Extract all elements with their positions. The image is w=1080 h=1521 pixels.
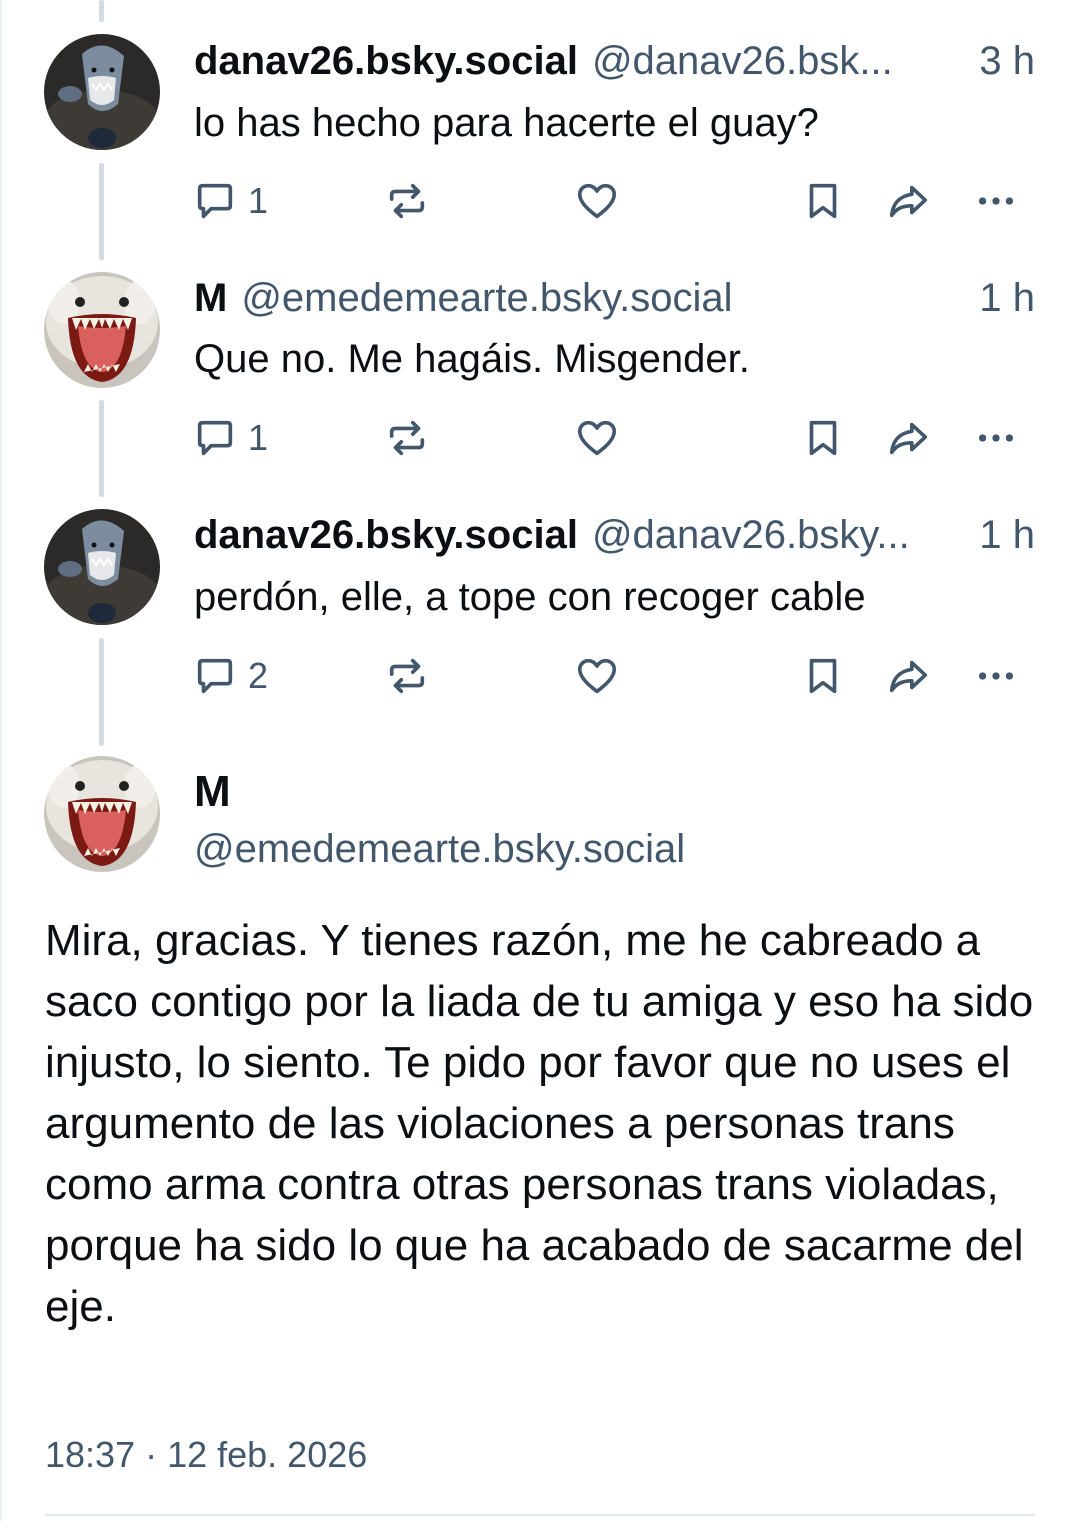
more-dots-icon: [978, 672, 1014, 680]
more-options-button[interactable]: [973, 413, 1019, 463]
like-button[interactable]: [574, 176, 620, 226]
post-timestamp: 18:37 · 12 feb. 2026: [45, 1434, 368, 1475]
author-handle[interactable]: @emedemearte.bsky.social: [194, 822, 685, 876]
more-options-button[interactable]: [973, 651, 1019, 701]
speech-bubble-icon: [197, 420, 233, 456]
share-button[interactable]: [885, 651, 931, 701]
post-time[interactable]: 1 h: [979, 510, 1035, 560]
repost-arrows-icon: [389, 658, 425, 694]
screaming-animal-avatar-icon: [44, 756, 160, 872]
share-button[interactable]: [885, 413, 931, 463]
bookmark-icon: [809, 658, 837, 694]
bookmark-button[interactable]: [800, 413, 846, 463]
reply-count: 1: [248, 417, 269, 458]
author-display-name[interactable]: M: [194, 273, 227, 323]
repost-button[interactable]: [384, 176, 430, 226]
heart-icon: [577, 658, 617, 694]
author-display-name[interactable]: danav26.bsky.social: [194, 36, 578, 86]
thread-line: [99, 638, 104, 746]
avatar[interactable]: [44, 272, 160, 388]
heart-icon: [577, 420, 617, 456]
author-handle[interactable]: @emedemearte.bsky.social: [241, 273, 967, 323]
post-text: lo has hecho para hacerte el guay?: [194, 101, 819, 145]
more-dots-icon: [978, 434, 1014, 442]
repost-button[interactable]: [384, 651, 430, 701]
post-text: Mira, gracias. Y tienes razón, me he cab…: [45, 916, 1034, 1331]
author-handle[interactable]: @danav26.bsk...: [592, 36, 967, 86]
thread-line: [99, 0, 104, 22]
shark-plush-avatar-icon: [44, 509, 160, 625]
post-text: Que no. Me hagáis. Misgender.: [194, 337, 750, 381]
bookmark-button[interactable]: [800, 651, 846, 701]
bookmark-icon: [809, 183, 837, 219]
post-text: perdón, elle, a tope con recoger cable: [194, 575, 866, 619]
post-actions: 1: [190, 176, 1040, 226]
repost-arrows-icon: [389, 183, 425, 219]
repost-arrows-icon: [389, 420, 425, 456]
shark-plush-avatar-icon: [44, 34, 160, 150]
share-arrow-icon: [889, 185, 928, 218]
more-dots-icon: [978, 197, 1014, 205]
share-arrow-icon: [889, 660, 928, 693]
more-options-button[interactable]: [973, 176, 1019, 226]
post-actions: 2: [190, 651, 1040, 701]
bookmark-button[interactable]: [800, 176, 846, 226]
avatar[interactable]: [44, 509, 160, 625]
repost-button[interactable]: [384, 413, 430, 463]
reply-count: 1: [248, 180, 269, 221]
speech-bubble-icon: [197, 183, 233, 219]
author-display-name[interactable]: M: [194, 765, 231, 819]
reply-button[interactable]: 1: [192, 176, 268, 226]
reply-count: 2: [248, 655, 269, 696]
like-button[interactable]: [574, 413, 620, 463]
thread-line: [99, 163, 104, 260]
reply-button[interactable]: 2: [192, 651, 268, 701]
share-button[interactable]: [885, 176, 931, 226]
post-actions: 1: [190, 413, 1040, 463]
post-time[interactable]: 3 h: [979, 36, 1035, 86]
page-left-border: [0, 0, 2, 1521]
speech-bubble-icon: [197, 658, 233, 694]
author-handle[interactable]: @danav26.bsky...: [592, 510, 967, 560]
screaming-animal-avatar-icon: [44, 272, 160, 388]
avatar[interactable]: [44, 756, 160, 872]
reply-button[interactable]: 1: [192, 413, 268, 463]
like-button[interactable]: [574, 651, 620, 701]
post-time[interactable]: 1 h: [979, 273, 1035, 323]
divider: [45, 1514, 1035, 1516]
heart-icon: [577, 183, 617, 219]
author-display-name[interactable]: danav26.bsky.social: [194, 510, 578, 560]
share-arrow-icon: [889, 422, 928, 455]
bookmark-icon: [809, 420, 837, 456]
thread-line: [99, 400, 104, 497]
avatar[interactable]: [44, 34, 160, 150]
